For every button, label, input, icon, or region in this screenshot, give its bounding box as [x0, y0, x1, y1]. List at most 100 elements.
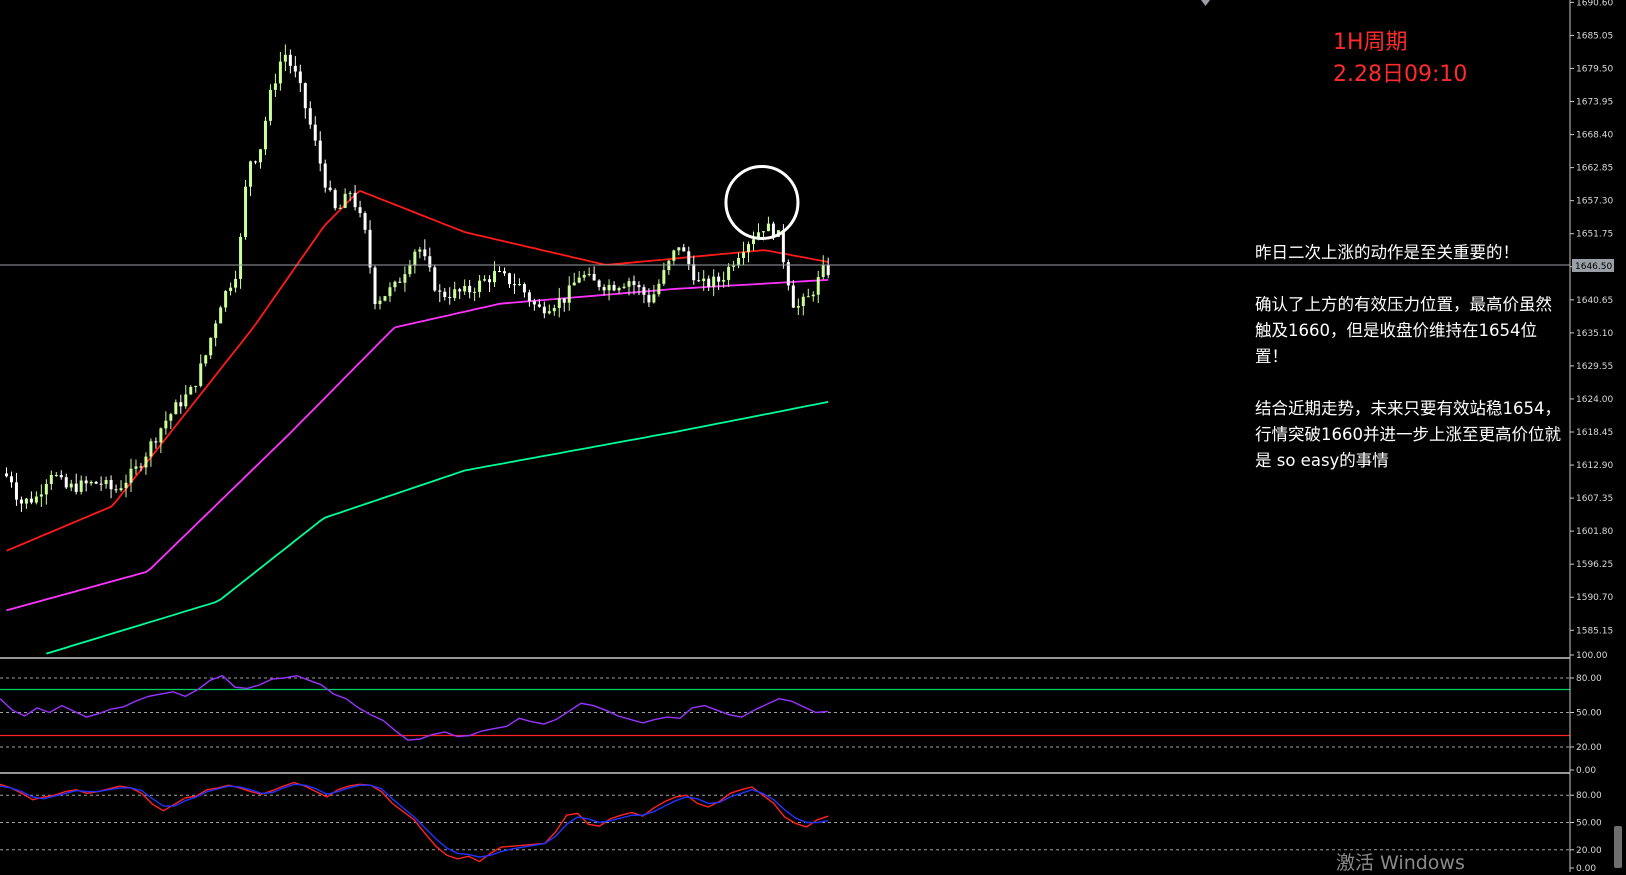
candle-body: [109, 480, 113, 490]
candle-body: [159, 428, 163, 443]
current-price-tag: 1646.50: [1572, 258, 1614, 272]
axis-tick-label: 1624.00: [1576, 395, 1613, 405]
candle-body: [627, 281, 631, 287]
axis-tick-label: 1612.90: [1576, 461, 1613, 471]
axis-tick-label: 1690.60: [1576, 0, 1613, 8]
scrollbar-thumb[interactable]: [1614, 826, 1622, 868]
candle-body: [537, 304, 541, 307]
candle-body: [368, 229, 372, 268]
candle-body: [318, 140, 322, 164]
candle-body: [512, 284, 516, 286]
datetime-label: 2.28日09:10: [1333, 62, 1468, 87]
axis-tick-label: 1673.95: [1576, 98, 1613, 108]
candle-body: [99, 483, 103, 485]
candle-body: [503, 271, 506, 274]
windows-activation-watermark: 激活 Windows: [1336, 852, 1465, 874]
candle-body: [742, 252, 746, 258]
candle-body: [433, 267, 437, 291]
candle-body: [443, 291, 447, 298]
candle-body: [547, 311, 551, 314]
axis-tick-label: 1662.85: [1576, 164, 1613, 174]
candle-body: [463, 285, 467, 292]
axis-tick-label: 1651.75: [1576, 230, 1613, 240]
candle-body: [169, 414, 173, 421]
axis-tick-label: 1585.15: [1576, 626, 1613, 636]
candle-body: [448, 297, 452, 299]
candle-body: [229, 287, 233, 292]
candle-body: [239, 236, 243, 279]
candle-body: [527, 292, 531, 302]
candle-body: [821, 264, 825, 278]
candle-body: [388, 287, 392, 297]
analysis-notes: 昨日二次上涨的动作是至关重要的！ 确认了上方的有效压力位置，最高价虽然触及166…: [1255, 240, 1565, 500]
candle-body: [268, 89, 272, 121]
candle-body: [214, 323, 218, 338]
candle-body: [189, 386, 193, 395]
ma-slow-line: [46, 401, 829, 655]
candle-body: [572, 282, 576, 286]
axis-tick-label: 0.00: [1576, 864, 1596, 872]
candle-body: [567, 285, 571, 303]
candle-body: [811, 294, 815, 297]
candle-body: [712, 276, 716, 287]
candle-body: [752, 239, 755, 245]
candle-body: [283, 54, 287, 62]
axis-tick-label: 50.00: [1576, 709, 1602, 719]
candle-body: [378, 300, 382, 305]
candle-body: [39, 494, 43, 497]
axis-tick-label: 50.00: [1576, 819, 1602, 829]
candle-body: [174, 402, 178, 415]
candle-body: [393, 281, 397, 288]
candle-body: [692, 264, 696, 281]
ma-mid-line: [6, 279, 829, 612]
candle-body: [14, 482, 18, 500]
candle-body: [79, 480, 83, 492]
period-separator-marker: [1201, 0, 1210, 6]
candle-body: [722, 280, 726, 282]
candle-body: [209, 337, 213, 356]
candle-body: [74, 483, 78, 492]
candle-body: [373, 267, 377, 305]
axis-tick-label: 1657.30: [1576, 197, 1613, 207]
candle-body: [124, 482, 128, 489]
candle-body: [184, 394, 188, 407]
candle-body: [323, 163, 327, 188]
candle-body: [5, 473, 8, 477]
candle-body: [333, 190, 337, 209]
candle-body: [358, 207, 362, 214]
candle-body: [24, 498, 28, 504]
candle-body: [59, 475, 63, 478]
note-paragraph: 昨日二次上涨的动作是至关重要的！: [1255, 243, 1519, 262]
candle-body: [801, 296, 805, 307]
candle-body: [498, 271, 502, 273]
high-highlight-circle: [724, 164, 800, 240]
candle-body: [293, 65, 297, 72]
axis-tick-label: 80.00: [1576, 791, 1602, 801]
candle-body: [761, 231, 765, 233]
axis-tick-label: 1668.40: [1576, 131, 1613, 141]
candle-body: [657, 283, 661, 295]
candle-body: [597, 280, 601, 288]
candle-body: [483, 279, 487, 281]
candle-body: [727, 266, 731, 281]
candle-body: [747, 244, 751, 253]
candle-body: [562, 298, 566, 303]
candle-body: [134, 466, 138, 469]
candle-body: [652, 294, 656, 303]
candle-body: [114, 489, 118, 491]
scroll-handle[interactable]: [1614, 826, 1622, 868]
candle-body: [383, 296, 387, 301]
candle-body: [29, 498, 33, 503]
oscillator-panel-1: 100.00 80.00 50.00 20.00 0.00: [0, 651, 1608, 776]
axis-tick-label: 1640.65: [1576, 296, 1613, 306]
axis-tick-label: 1618.45: [1576, 428, 1613, 438]
candle-body: [49, 475, 53, 485]
candle-body: [622, 286, 626, 288]
candle-body: [263, 120, 267, 150]
axis-tick-label: 1607.35: [1576, 494, 1613, 504]
candle-body: [273, 83, 277, 90]
candle-body: [139, 466, 143, 468]
candle-body: [234, 278, 238, 288]
ma-fast-line: [6, 189, 829, 552]
candle-body: [453, 289, 457, 299]
